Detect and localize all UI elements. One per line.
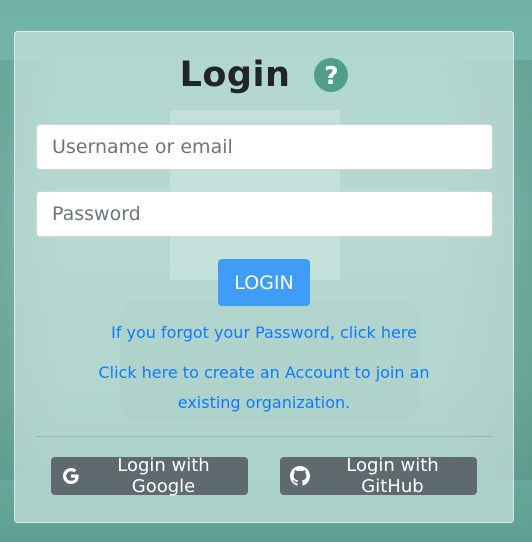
google-button-label: Login with Google bbox=[117, 455, 210, 497]
login-with-google-button[interactable]: Login with Google bbox=[51, 455, 248, 497]
question-circle-icon[interactable]: ? bbox=[314, 58, 349, 92]
login-card: Login ? LOGIN If you forgot your Passwor… bbox=[14, 31, 514, 523]
login-button[interactable]: LOGIN bbox=[218, 259, 310, 306]
password-input[interactable] bbox=[36, 191, 493, 237]
divider bbox=[36, 436, 493, 437]
page-title: Login bbox=[179, 55, 291, 95]
forgot-password-link[interactable]: If you forgot your Password, click here bbox=[15, 318, 513, 348]
username-input[interactable] bbox=[36, 124, 493, 170]
login-with-github-button[interactable]: Login with GitHub bbox=[280, 455, 477, 497]
github-icon bbox=[290, 466, 310, 486]
create-account-link[interactable]: Click here to create an Account to join … bbox=[15, 358, 513, 418]
google-icon bbox=[63, 468, 79, 484]
github-button-label: Login with GitHub bbox=[346, 455, 439, 497]
title-row: Login ? bbox=[15, 52, 513, 98]
